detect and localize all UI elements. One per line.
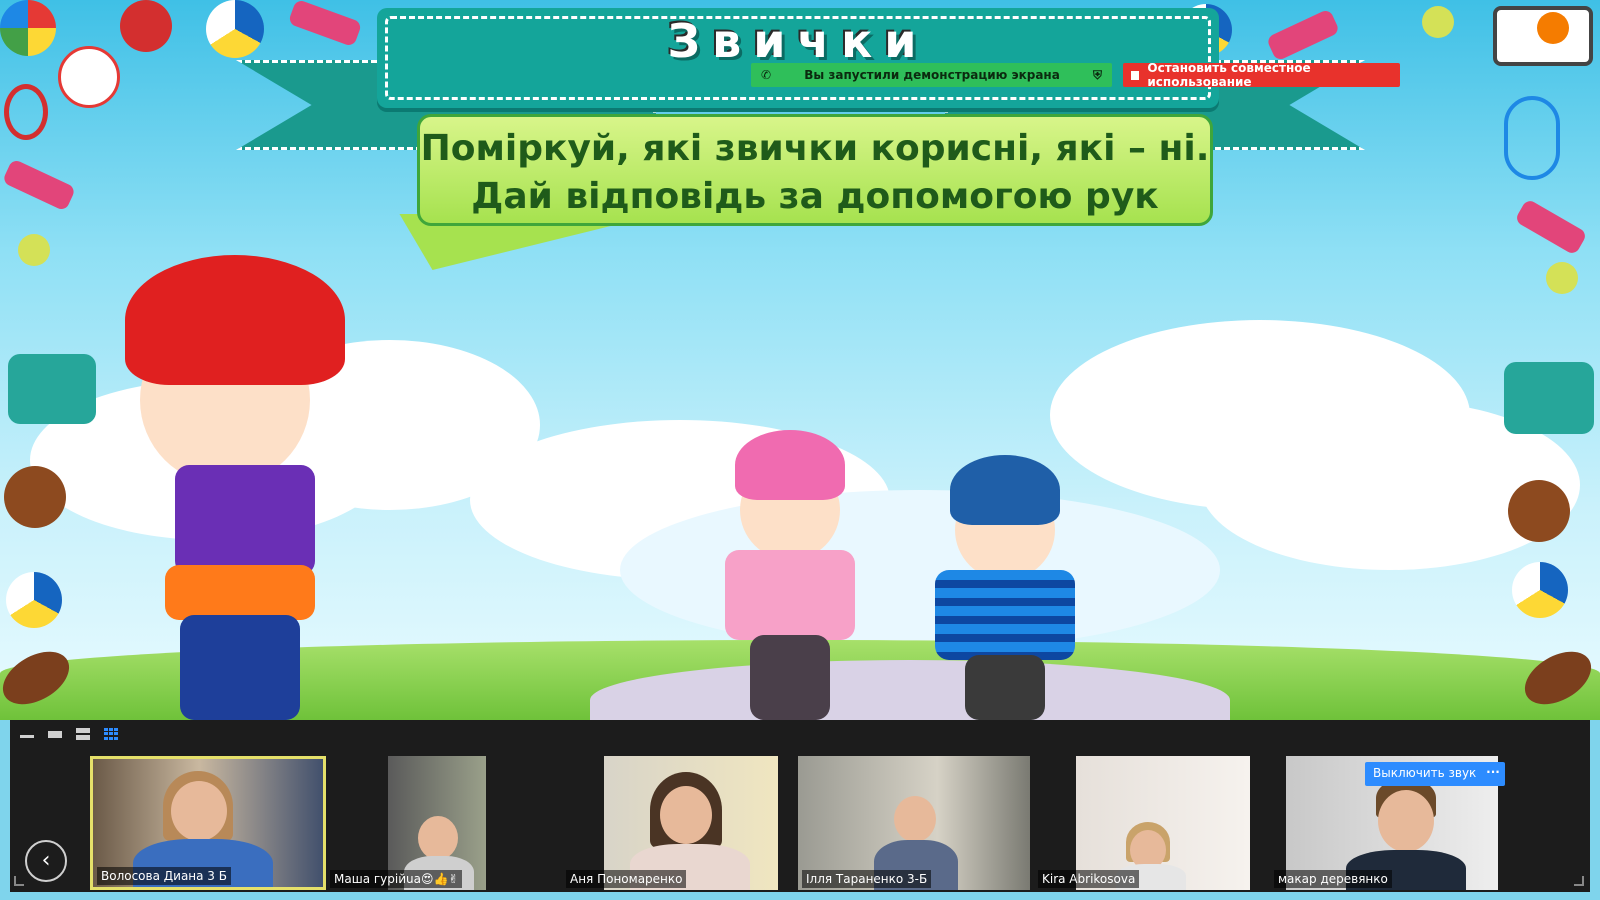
- blue-helmet-boy-illustration: [895, 455, 1105, 720]
- shared-slide: Звички Поміркуй, які звички корисні, які…: [0, 0, 1600, 720]
- resize-handle-icon[interactable]: [1574, 876, 1584, 886]
- video-gallery-panel: ‹ Волосова Диана 3 Б Маша гурійuа😍👍✌ Аня…: [10, 720, 1590, 892]
- participant-name: макар деревянко: [1274, 870, 1392, 888]
- phone-icon: ✆: [761, 68, 772, 82]
- blue-helmet: [950, 455, 1060, 525]
- roller-skate-icon: [1504, 362, 1594, 434]
- dumbbell-icon: [1514, 198, 1588, 256]
- volleyball-icon: [206, 0, 264, 58]
- stop-icon: [1131, 70, 1140, 80]
- pink-helmet-girl-illustration: [690, 430, 890, 720]
- baseball-glove-icon: [1508, 480, 1570, 542]
- red-helmet: [125, 255, 345, 385]
- legs: [965, 655, 1045, 720]
- stop-sharing-label: Остановить совместное использование: [1147, 61, 1311, 89]
- teacher-logo-icon: [58, 46, 120, 108]
- legs: [750, 635, 830, 720]
- gallery-view-icon[interactable]: [104, 728, 118, 740]
- participant-face: [660, 786, 712, 844]
- beach-ball-icon: [0, 0, 56, 56]
- layout-switcher: [20, 728, 118, 740]
- dumbbell-icon: [1, 158, 77, 212]
- instruction-bubble: Поміркуй, які звички корисні, які – ні. …: [417, 114, 1213, 226]
- participant-tile[interactable]: Маша гурійuа😍👍✌: [326, 756, 562, 890]
- participant-name: Волосова Диана 3 Б: [97, 867, 231, 885]
- dumbbell-icon: [1265, 8, 1341, 62]
- tennis-ball-icon: [18, 234, 50, 266]
- participant-name: Ілля Тараненко 3-Б: [802, 870, 932, 888]
- slide-title: Звички: [667, 14, 929, 68]
- participant-face: [171, 781, 227, 841]
- participant-name: Kira Abrikosova: [1038, 870, 1140, 888]
- tennis-ball-icon: [1546, 262, 1578, 294]
- girl-red-helmet-illustration: [80, 255, 380, 720]
- participant-name: Аня Пономаренко: [566, 870, 687, 888]
- minimize-icon[interactable]: [20, 730, 34, 738]
- instruction-line-1: Поміркуй, які звички корисні, які – ні.: [420, 128, 1210, 169]
- striped-shirt: [935, 570, 1075, 660]
- basketball-icon: [1537, 12, 1569, 44]
- participant-tile[interactable]: Аня Пономаренко: [562, 756, 798, 890]
- participant-name: Маша гурійuа😍👍✌: [330, 870, 463, 888]
- speaker-view-icon[interactable]: [48, 730, 62, 738]
- split-view-icon[interactable]: [76, 728, 90, 740]
- legs: [180, 615, 300, 720]
- more-options-button[interactable]: ···: [1481, 762, 1505, 786]
- tennis-racket-icon: [4, 84, 48, 140]
- participant-tile[interactable]: Волосова Диана 3 Б: [90, 756, 326, 890]
- pink-helmet: [735, 430, 845, 500]
- instruction-text: Поміркуй, які звички корисні, які – ні. …: [420, 125, 1210, 221]
- participant-face: [418, 816, 458, 860]
- volleyball-icon: [1512, 562, 1568, 618]
- participant-tile[interactable]: Ілля Тараненко 3-Б: [798, 756, 1034, 890]
- orange-skirt: [165, 565, 315, 620]
- mute-participant-button[interactable]: Выключить звук: [1365, 762, 1485, 786]
- ping-pong-paddle-icon: [120, 0, 172, 52]
- tennis-ball-icon: [1422, 6, 1454, 38]
- purple-vest: [175, 465, 315, 575]
- basketball-hoop-icon: [1493, 6, 1593, 66]
- participant-tile[interactable]: Kira Abrikosova: [1034, 756, 1270, 890]
- screen-share-status-bar[interactable]: ✆ Вы запустили демонстрацию экрана ⛨: [751, 63, 1112, 87]
- resize-handle-icon[interactable]: [14, 876, 24, 886]
- pink-shirt: [725, 550, 855, 640]
- title-banner: Звички: [377, 8, 1219, 108]
- instruction-line-2: Дай відповідь за допомогою рук: [471, 176, 1159, 217]
- shield-icon: ⛨: [1092, 67, 1102, 82]
- baseball-glove-icon: [4, 466, 66, 528]
- previous-page-button[interactable]: ‹: [25, 840, 67, 882]
- dumbbell-icon: [287, 0, 363, 48]
- stop-sharing-button[interactable]: Остановить совместное использование: [1123, 61, 1400, 89]
- badminton-icon: [1504, 96, 1560, 180]
- participant-face: [894, 796, 936, 842]
- volleyball-icon: [6, 572, 62, 628]
- screen-share-status-text: Вы запустили демонстрацию экрана: [804, 68, 1060, 82]
- participant-face: [1378, 790, 1434, 852]
